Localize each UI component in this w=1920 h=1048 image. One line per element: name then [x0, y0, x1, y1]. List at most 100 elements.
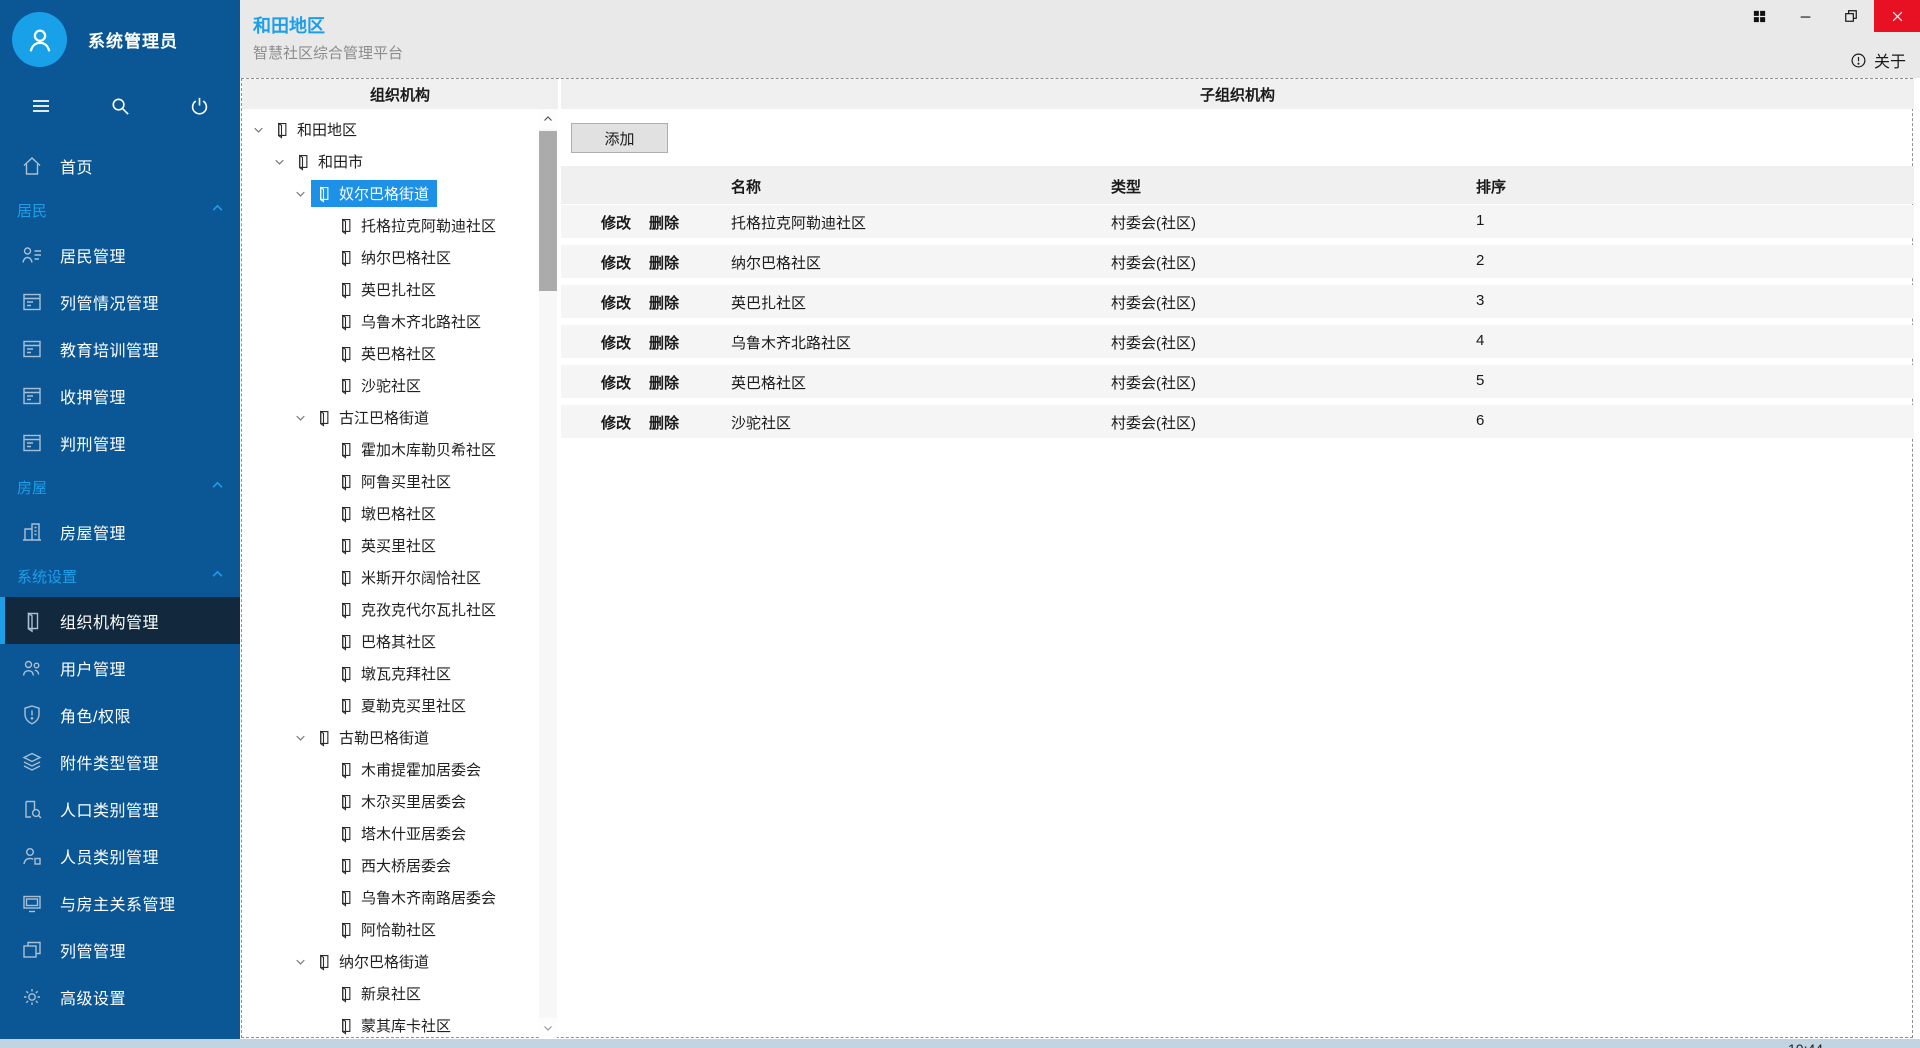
sidebar-item-label: 用户管理	[60, 656, 126, 680]
home-icon	[20, 154, 44, 178]
tree-node[interactable]: 木尕买里居委会	[242, 785, 538, 817]
tree-node[interactable]: 克孜克代尔瓦扎社区	[242, 593, 538, 625]
chevron-down-icon[interactable]	[290, 729, 311, 745]
tree-node[interactable]: 纳尔巴格社区	[242, 241, 538, 273]
sidebar-item[interactable]: 列管管理	[0, 926, 240, 973]
sidebar-section-header[interactable]: 房屋	[0, 466, 240, 508]
sidebar-item[interactable]: 角色/权限	[0, 691, 240, 738]
tree-node[interactable]: 阿鲁买里社区	[242, 465, 538, 497]
sidebar-item[interactable]: 教育培训管理	[0, 325, 240, 372]
tree-node[interactable]: 英巴格社区	[242, 337, 538, 369]
resident-icon	[20, 243, 44, 267]
minimize-button[interactable]	[1782, 0, 1828, 32]
tree-node[interactable]: 夏勒克买里社区	[242, 689, 538, 721]
tree-node[interactable]: 巴格其社区	[242, 625, 538, 657]
tree-node[interactable]: 新泉社区	[242, 977, 538, 1009]
edit-link[interactable]: 修改	[601, 252, 631, 273]
tree-node[interactable]: 蒙其库卡社区	[242, 1009, 538, 1038]
tree-node-label: 墩瓦克拜社区	[361, 663, 451, 684]
tree-node[interactable]: 英巴扎社区	[242, 273, 538, 305]
scroll-up-icon[interactable]	[539, 109, 557, 129]
chevron-up-icon[interactable]	[211, 569, 224, 579]
hamburger-menu-icon[interactable]	[28, 93, 54, 119]
tree-node[interactable]: 和田市	[242, 145, 538, 177]
sidebar-item-label: 人口类别管理	[60, 797, 159, 821]
cell-name: 英巴扎社区	[731, 292, 806, 313]
about-button[interactable]: 关于	[1850, 48, 1906, 72]
tree-node[interactable]: 古勒巴格街道	[242, 721, 538, 753]
tree-node[interactable]: 英买里社区	[242, 529, 538, 561]
tree-node[interactable]: 托格拉克阿勒迪社区	[242, 209, 538, 241]
tree-node[interactable]: 乌鲁木齐南路居委会	[242, 881, 538, 913]
chevron-down-icon[interactable]	[290, 185, 311, 201]
chevron-up-icon[interactable]	[211, 480, 224, 490]
sidebar-item[interactable]: 人口类别管理	[0, 785, 240, 832]
add-button[interactable]: 添加	[571, 123, 668, 153]
delete-link[interactable]: 删除	[649, 332, 679, 353]
edit-link[interactable]: 修改	[601, 412, 631, 433]
edit-link[interactable]: 修改	[601, 292, 631, 313]
tree-node[interactable]: 和田地区	[242, 113, 538, 145]
sidebar-item[interactable]: 列管情况管理	[0, 278, 240, 325]
sidebar-section-header[interactable]: 居民	[0, 189, 240, 231]
restore-button[interactable]	[1828, 0, 1874, 32]
sidebar-item[interactable]: 人员类别管理	[0, 832, 240, 879]
search-icon[interactable]	[107, 93, 133, 119]
delete-link[interactable]: 删除	[649, 212, 679, 233]
scrollbar-thumb[interactable]	[539, 131, 557, 291]
chevron-down-icon[interactable]	[269, 153, 290, 169]
tree-node[interactable]: 古江巴格街道	[242, 401, 538, 433]
tree-node[interactable]: 乌鲁木齐北路社区	[242, 305, 538, 337]
sidebar-item[interactable]: 高级设置	[0, 973, 240, 1020]
sidebar-item[interactable]: 收押管理	[0, 372, 240, 419]
sidebar-section-header[interactable]: 系统设置	[0, 555, 240, 597]
delete-link[interactable]: 删除	[649, 252, 679, 273]
edit-link[interactable]: 修改	[601, 332, 631, 353]
tree-node[interactable]: 阿恰勒社区	[242, 913, 538, 945]
delete-link[interactable]: 删除	[649, 412, 679, 433]
tree-node[interactable]: 塔木什亚居委会	[242, 817, 538, 849]
close-button[interactable]	[1874, 0, 1920, 32]
chevron-up-icon[interactable]	[211, 203, 224, 213]
org-node-icon	[335, 375, 355, 395]
section-label: 系统设置	[17, 566, 77, 587]
chevron-down-icon[interactable]	[248, 121, 269, 137]
edit-link[interactable]: 修改	[601, 372, 631, 393]
tree-node[interactable]: 米斯开尔阔恰社区	[242, 561, 538, 593]
table-header: 名称 类型 排序	[561, 166, 1914, 204]
tree-node-label: 西大桥居委会	[361, 855, 451, 876]
chevron-down-icon[interactable]	[290, 409, 311, 425]
sidebar-item[interactable]: 判刑管理	[0, 419, 240, 466]
tree-node-label: 新泉社区	[361, 983, 421, 1004]
delete-link[interactable]: 删除	[649, 372, 679, 393]
column-type: 类型	[1111, 176, 1141, 197]
cell-order: 4	[1476, 332, 1484, 349]
tree-node[interactable]: 纳尔巴格街道	[242, 945, 538, 977]
tree-node[interactable]: 西大桥居委会	[242, 849, 538, 881]
tree-node-label: 托格拉克阿勒迪社区	[361, 215, 496, 236]
tree-node[interactable]: 墩瓦克拜社区	[242, 657, 538, 689]
delete-link[interactable]: 删除	[649, 292, 679, 313]
grid-apps-icon[interactable]	[1736, 0, 1782, 32]
sidebar-item[interactable]: 与房主关系管理	[0, 879, 240, 926]
sidebar-item[interactable]: 首页	[0, 142, 240, 189]
scroll-down-icon[interactable]	[539, 1018, 557, 1038]
sidebar-item[interactable]: 附件类型管理	[0, 738, 240, 785]
tree-node[interactable]: 木甫提霍加居委会	[242, 753, 538, 785]
sidebar-item[interactable]: 房屋管理	[0, 508, 240, 555]
users-icon	[20, 656, 44, 680]
tree-node[interactable]: 沙驼社区	[242, 369, 538, 401]
sidebar-item[interactable]: 组织机构管理	[0, 597, 240, 644]
power-icon[interactable]	[186, 93, 212, 119]
sidebar-item[interactable]: 用户管理	[0, 644, 240, 691]
edit-link[interactable]: 修改	[601, 212, 631, 233]
chevron-down-icon[interactable]	[290, 953, 311, 969]
tree-node-label: 和田地区	[297, 119, 357, 140]
tree-node[interactable]: 墩巴格社区	[242, 497, 538, 529]
tree-scrollbar[interactable]	[539, 109, 557, 1038]
cell-order: 2	[1476, 252, 1484, 269]
tree-node[interactable]: 奴尔巴格街道	[242, 177, 538, 209]
sidebar-item[interactable]: 居民管理	[0, 231, 240, 278]
tree-node[interactable]: 霍加木库勒贝希社区	[242, 433, 538, 465]
cell-name: 英巴格社区	[731, 372, 806, 393]
